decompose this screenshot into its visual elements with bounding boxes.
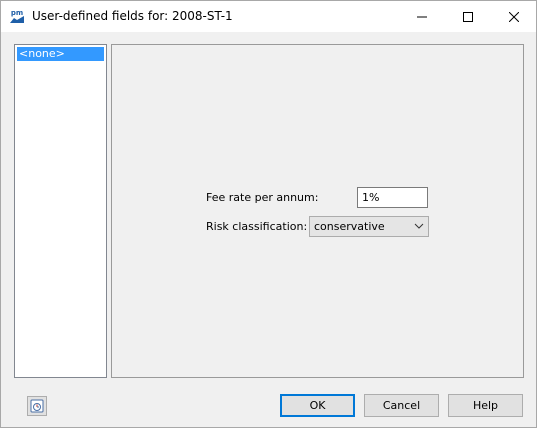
risk-classification-label: Risk classification:: [206, 220, 308, 233]
minimize-icon: [416, 16, 427, 17]
title-bar[interactable]: pm User-defined fields for: 2008-ST-1: [1, 1, 536, 32]
close-icon: [508, 11, 519, 22]
fee-rate-label: Fee rate per annum:: [206, 191, 319, 204]
fee-rate-input[interactable]: 1%: [357, 187, 428, 208]
window-title: User-defined fields for: 2008-ST-1: [32, 9, 233, 23]
close-button[interactable]: [491, 1, 536, 32]
maximize-button[interactable]: [445, 1, 490, 32]
pm-app-icon: pm: [9, 8, 25, 24]
dialog-window: pm User-defined fields for: 2008-ST-1 <n…: [0, 0, 537, 428]
risk-classification-select[interactable]: conservative: [309, 216, 429, 237]
field-list[interactable]: <none>: [14, 44, 107, 378]
ok-button[interactable]: OK: [280, 394, 355, 417]
cancel-button[interactable]: Cancel: [364, 394, 439, 417]
calculator-button[interactable]: [27, 396, 47, 416]
maximize-icon: [462, 11, 473, 22]
chevron-down-icon: [414, 223, 424, 229]
calculator-icon: [30, 399, 44, 413]
minimize-button[interactable]: [399, 1, 444, 32]
risk-classification-value: conservative: [314, 220, 385, 233]
list-item-none[interactable]: <none>: [17, 47, 104, 61]
app-icon-text: pm: [11, 9, 23, 17]
fields-panel: Fee rate per annum: 1% Risk classificati…: [111, 44, 524, 378]
help-button[interactable]: Help: [448, 394, 523, 417]
